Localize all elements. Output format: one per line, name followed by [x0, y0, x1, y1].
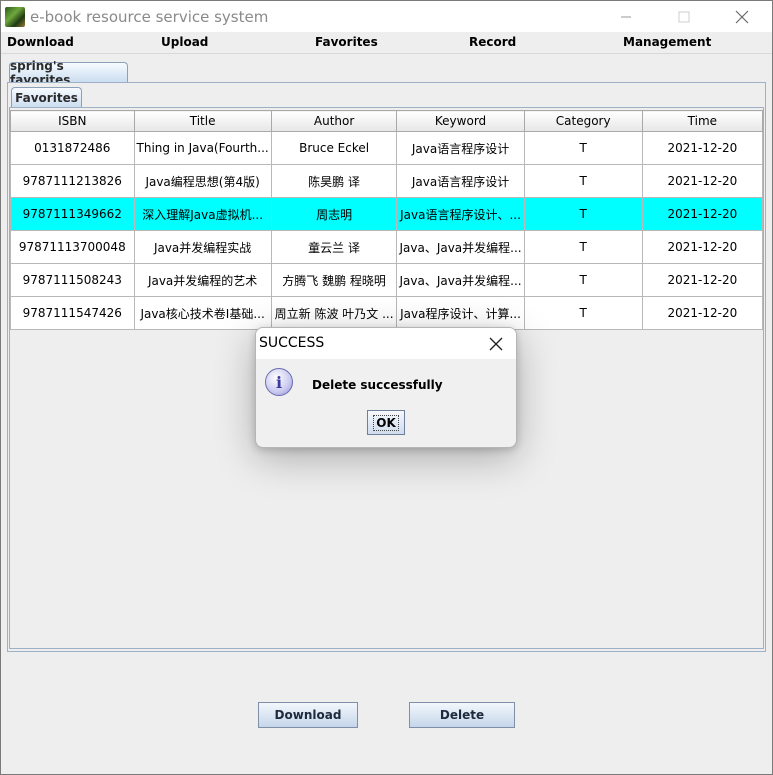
- close-icon: [489, 337, 503, 351]
- column-header-title[interactable]: Title: [133, 110, 272, 132]
- tab-favorites[interactable]: Favorites: [11, 87, 82, 108]
- table-row[interactable]: 9787111547426 Java核心技术卷Ⅰ基础... 周立新 陈波 叶乃文…: [10, 296, 764, 330]
- cell-keyword[interactable]: Java、Java并发编程...: [396, 263, 525, 297]
- app-logo-icon: [5, 7, 25, 27]
- dialog-message: Delete successfully: [312, 378, 443, 392]
- column-header-category[interactable]: Category: [523, 110, 643, 132]
- cell-author[interactable]: Bruce Eckel: [270, 131, 398, 165]
- dialog-title-bar[interactable]: SUCCESS: [256, 328, 516, 359]
- menu-record[interactable]: Record: [469, 35, 516, 49]
- title-bar[interactable]: e-book resource service system: [1, 1, 772, 32]
- cell-time[interactable]: 2021-12-20: [641, 131, 764, 165]
- cell-author[interactable]: 陈昊鹏 译: [270, 164, 398, 198]
- cell-time[interactable]: 2021-12-20: [641, 197, 764, 231]
- cell-isbn[interactable]: 97871113700048: [10, 230, 135, 264]
- table-row[interactable]: 9787111213826 Java编程思想(第4版) 陈昊鹏 译 Java语言…: [10, 164, 764, 198]
- cell-isbn[interactable]: 0131872486: [10, 131, 135, 165]
- dialog-title: SUCCESS: [259, 335, 325, 351]
- minimize-icon: [621, 16, 631, 18]
- table-row-selected[interactable]: 9787111349662 深入理解Java虚拟机... 周志明 Java语言程…: [10, 197, 764, 231]
- cell-keyword[interactable]: Java语言程序设计: [396, 131, 525, 165]
- cell-category[interactable]: T: [523, 296, 643, 330]
- menu-management[interactable]: Management: [623, 35, 711, 49]
- table-header-row: ISBN Title Author Keyword Category Time: [10, 110, 764, 132]
- cell-title[interactable]: Java并发编程实战: [133, 230, 272, 264]
- ok-button-label: OK: [373, 414, 399, 431]
- maximize-button[interactable]: [655, 2, 713, 32]
- ok-button[interactable]: OK: [367, 410, 405, 435]
- table-row[interactable]: 97871113700048 Java并发编程实战 童云兰 译 Java、Jav…: [10, 230, 764, 264]
- cell-title[interactable]: Thing in Java(Fourth...: [133, 131, 272, 165]
- cell-keyword[interactable]: Java程序设计、计算...: [396, 296, 525, 330]
- close-icon: [735, 10, 749, 24]
- cell-isbn[interactable]: 9787111547426: [10, 296, 135, 330]
- close-button[interactable]: [713, 2, 771, 32]
- cell-time[interactable]: 2021-12-20: [641, 296, 764, 330]
- menu-download[interactable]: Download: [7, 35, 74, 49]
- minimize-button[interactable]: [597, 2, 655, 32]
- favorites-table: ISBN Title Author Keyword Category Time …: [10, 110, 764, 330]
- cell-author[interactable]: 童云兰 译: [270, 230, 398, 264]
- cell-isbn[interactable]: 9787111213826: [10, 164, 135, 198]
- cell-keyword[interactable]: Java语言程序设计: [396, 164, 525, 198]
- cell-isbn[interactable]: 9787111508243: [10, 263, 135, 297]
- cell-category[interactable]: T: [523, 164, 643, 198]
- table-row[interactable]: 9787111508243 Java并发编程的艺术 方腾飞 魏鹏 程晓明 Jav…: [10, 263, 764, 297]
- cell-keyword[interactable]: Java语言程序设计、...: [396, 197, 525, 231]
- cell-time[interactable]: 2021-12-20: [641, 164, 764, 198]
- cell-category[interactable]: T: [523, 197, 643, 231]
- success-dialog: SUCCESS i Delete successfully OK: [255, 327, 517, 448]
- cell-category[interactable]: T: [523, 131, 643, 165]
- cell-title[interactable]: 深入理解Java虚拟机...: [133, 197, 272, 231]
- tab-spring-favorites[interactable]: spring's favorites: [9, 59, 128, 87]
- cell-isbn[interactable]: 9787111349662: [10, 197, 135, 231]
- menu-upload[interactable]: Upload: [161, 35, 208, 49]
- cell-title[interactable]: Java并发编程的艺术: [133, 263, 272, 297]
- info-icon: i: [265, 368, 293, 396]
- maximize-icon: [678, 11, 690, 23]
- cell-title[interactable]: Java编程思想(第4版): [133, 164, 272, 198]
- dialog-close-button[interactable]: [482, 332, 510, 356]
- column-header-author[interactable]: Author: [270, 110, 398, 132]
- cell-category[interactable]: T: [523, 263, 643, 297]
- window-title: e-book resource service system: [30, 8, 269, 26]
- cell-author[interactable]: 周志明: [270, 197, 398, 231]
- cell-author[interactable]: 方腾飞 魏鹏 程晓明: [270, 263, 398, 297]
- table-row[interactable]: 0131872486 Thing in Java(Fourth... Bruce…: [10, 131, 764, 165]
- cell-author[interactable]: 周立新 陈波 叶乃文 ...: [270, 296, 398, 330]
- cell-title[interactable]: Java核心技术卷Ⅰ基础...: [133, 296, 272, 330]
- delete-button[interactable]: Delete: [409, 702, 515, 728]
- column-header-keyword[interactable]: Keyword: [396, 110, 525, 132]
- column-header-time[interactable]: Time: [641, 110, 764, 132]
- menu-bar: Download Upload Favorites Record Managem…: [1, 32, 772, 54]
- download-button[interactable]: Download: [258, 702, 358, 728]
- column-header-isbn[interactable]: ISBN: [10, 110, 135, 132]
- cell-keyword[interactable]: Java、Java并发编程...: [396, 230, 525, 264]
- menu-favorites[interactable]: Favorites: [315, 35, 378, 49]
- cell-category[interactable]: T: [523, 230, 643, 264]
- cell-time[interactable]: 2021-12-20: [641, 263, 764, 297]
- cell-time[interactable]: 2021-12-20: [641, 230, 764, 264]
